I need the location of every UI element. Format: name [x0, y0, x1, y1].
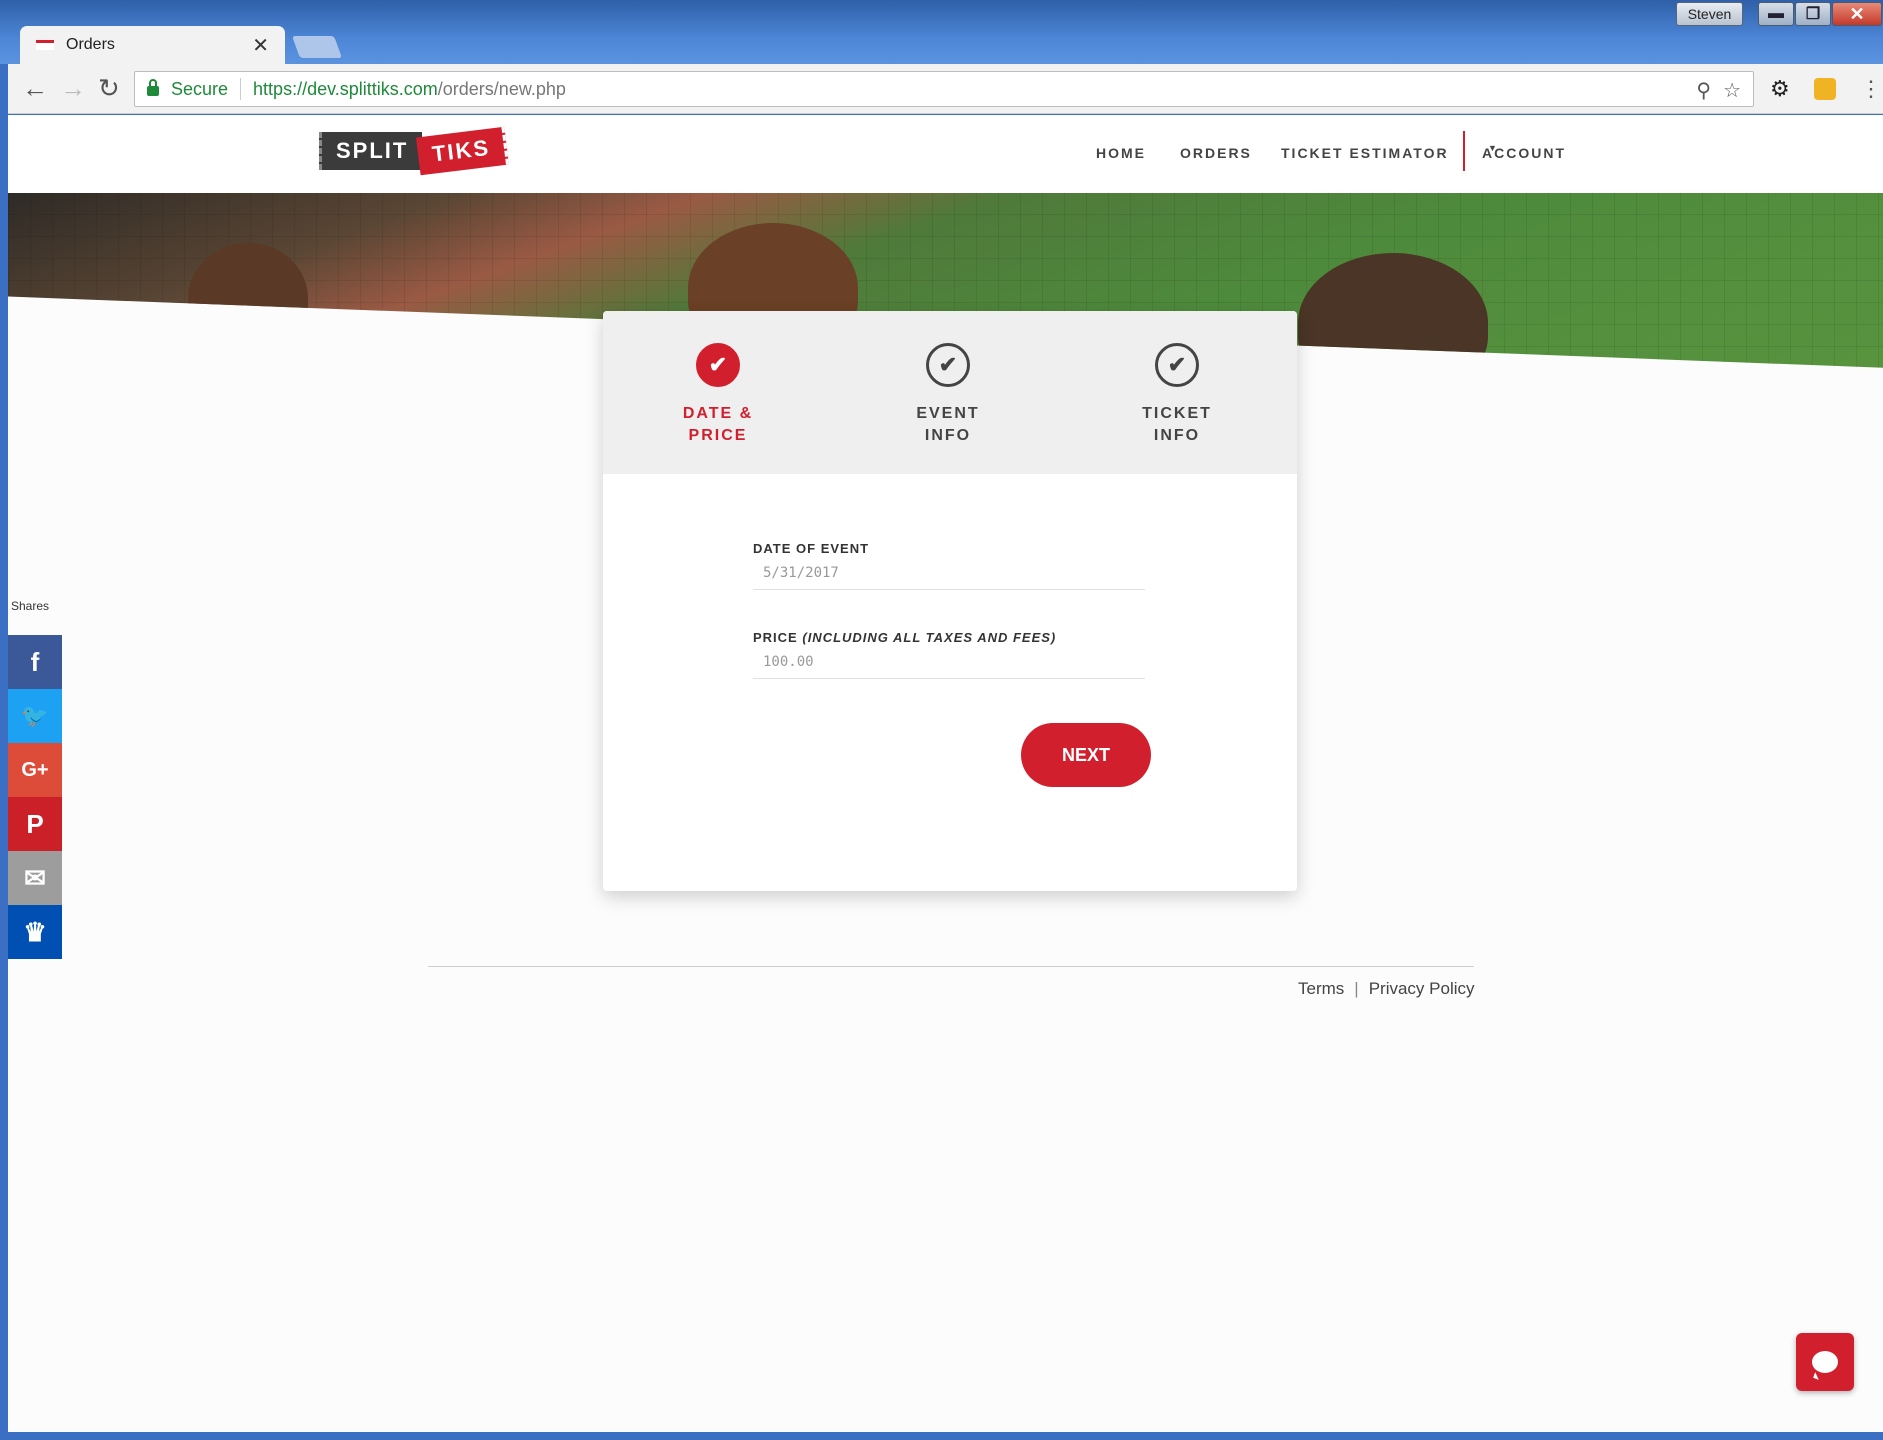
maximize-button[interactable]: ❐: [1795, 2, 1831, 26]
tab-title: Orders: [66, 36, 115, 53]
user-profile-badge[interactable]: Steven: [1676, 2, 1743, 26]
omnibox-divider: [240, 78, 242, 100]
date-of-event-label: DATE OF EVENT: [753, 541, 870, 556]
nav-divider: [1463, 131, 1465, 171]
spectator-head: [1298, 253, 1488, 368]
privacy-policy-link[interactable]: Privacy Policy: [1369, 979, 1475, 999]
extension-gear-icon[interactable]: ⚙: [1770, 76, 1790, 102]
caret-down-icon: ▼: [1488, 143, 1499, 153]
footer-links: Terms | Privacy Policy: [1298, 979, 1475, 999]
url-path: /orders/new.php: [437, 78, 566, 99]
pinterest-share-icon[interactable]: P: [8, 797, 62, 851]
secure-label: Secure: [171, 78, 229, 99]
order-wizard-card: ✔ DATE & PRICE ✔ EVENT INFO ✔ TICKET INF…: [603, 311, 1297, 891]
back-icon[interactable]: ←: [22, 74, 48, 102]
date-of-event-input[interactable]: [753, 556, 1145, 590]
step-label: EVENT INFO: [878, 403, 1018, 447]
step-label-line2: PRICE: [688, 427, 748, 444]
step-check-icon: ✔: [696, 343, 740, 387]
step-label-line1: TICKET: [1142, 405, 1212, 422]
bookmark-star-icon[interactable]: ☆: [1723, 78, 1741, 103]
url-host: https://dev.splittiks.com: [253, 78, 438, 99]
favicon-icon: [36, 40, 54, 50]
forward-icon[interactable]: →: [60, 74, 86, 102]
browser-tab-orders[interactable]: Orders ✕: [20, 26, 285, 64]
step-check-icon: ✔: [1155, 343, 1199, 387]
step-label-line2: INFO: [924, 427, 972, 444]
step-event-info[interactable]: ✔ EVENT INFO: [878, 343, 1018, 447]
step-check-icon: ✔: [926, 343, 970, 387]
site-header: SPLIT TIKS HOME ORDERS TICKET ESTIMATOR …: [8, 115, 1883, 193]
next-button[interactable]: NEXT: [1021, 723, 1151, 787]
step-label-line1: DATE &: [682, 405, 754, 422]
close-window-button[interactable]: ✕: [1832, 2, 1882, 26]
shares-label: Shares: [10, 599, 50, 613]
zoom-icon[interactable]: ⚲: [1696, 78, 1711, 103]
footer-divider: [428, 966, 1474, 967]
spectator-head: [188, 243, 308, 353]
nav-orders[interactable]: ORDERS: [1180, 145, 1252, 161]
reload-icon[interactable]: ↻: [98, 74, 120, 102]
nav-ticket-estimator[interactable]: TICKET ESTIMATOR: [1281, 145, 1449, 161]
email-share-icon[interactable]: ✉: [8, 851, 62, 905]
chat-bubble-icon: [1812, 1351, 1838, 1373]
minimize-button[interactable]: ▬: [1758, 2, 1794, 26]
step-ticket-info[interactable]: ✔ TICKET INFO: [1107, 343, 1247, 447]
step-date-price[interactable]: ✔ DATE & PRICE: [648, 343, 788, 447]
twitter-share-icon[interactable]: 🐦: [8, 689, 62, 743]
new-tab-button[interactable]: [291, 36, 343, 58]
page-viewport: SPLIT TIKS HOME ORDERS TICKET ESTIMATOR …: [8, 115, 1883, 1432]
google-plus-share-icon[interactable]: G+: [8, 743, 62, 797]
sumo-crown-icon[interactable]: ♛: [8, 905, 62, 959]
logo-split-text: SPLIT: [319, 132, 423, 170]
window-bottom-border: [0, 1432, 1883, 1440]
price-input[interactable]: [753, 645, 1145, 679]
window-titlebar: Steven ▬ ❐ ✕ Orders ✕: [0, 0, 1883, 64]
browser-toolbar: ← → ↻ Secure https://dev.splittiks.com/o…: [8, 64, 1883, 114]
nav-home[interactable]: HOME: [1096, 145, 1146, 161]
facebook-share-icon[interactable]: f: [8, 635, 62, 689]
splittiks-logo[interactable]: SPLIT TIKS: [319, 126, 510, 176]
browser-menu-icon[interactable]: ⋮: [1860, 76, 1882, 102]
chat-widget-button[interactable]: [1796, 1333, 1854, 1391]
extension-badge-icon[interactable]: [1814, 78, 1836, 100]
footer-separator: |: [1354, 979, 1359, 998]
tab-close-icon[interactable]: ✕: [252, 33, 269, 58]
address-bar[interactable]: Secure https://dev.splittiks.com/orders/…: [134, 71, 1754, 107]
terms-link[interactable]: Terms: [1298, 979, 1344, 999]
step-label: DATE & PRICE: [648, 403, 788, 447]
step-label-line2: INFO: [1153, 427, 1201, 444]
logo-tiks-text: TIKS: [416, 126, 510, 176]
price-label-note: (INCLUDING ALL TAXES AND FEES): [802, 630, 1057, 645]
wizard-steps: ✔ DATE & PRICE ✔ EVENT INFO ✔ TICKET INF…: [603, 311, 1297, 474]
step-label-line1: EVENT: [916, 405, 980, 422]
price-label-text: PRICE: [753, 630, 798, 645]
step-label: TICKET INFO: [1107, 403, 1247, 447]
lock-icon: [147, 79, 159, 96]
date-price-form: DATE OF EVENT PRICE (INCLUDING ALL TAXES…: [753, 541, 1145, 679]
price-label: PRICE (INCLUDING ALL TAXES AND FEES): [753, 630, 1145, 645]
